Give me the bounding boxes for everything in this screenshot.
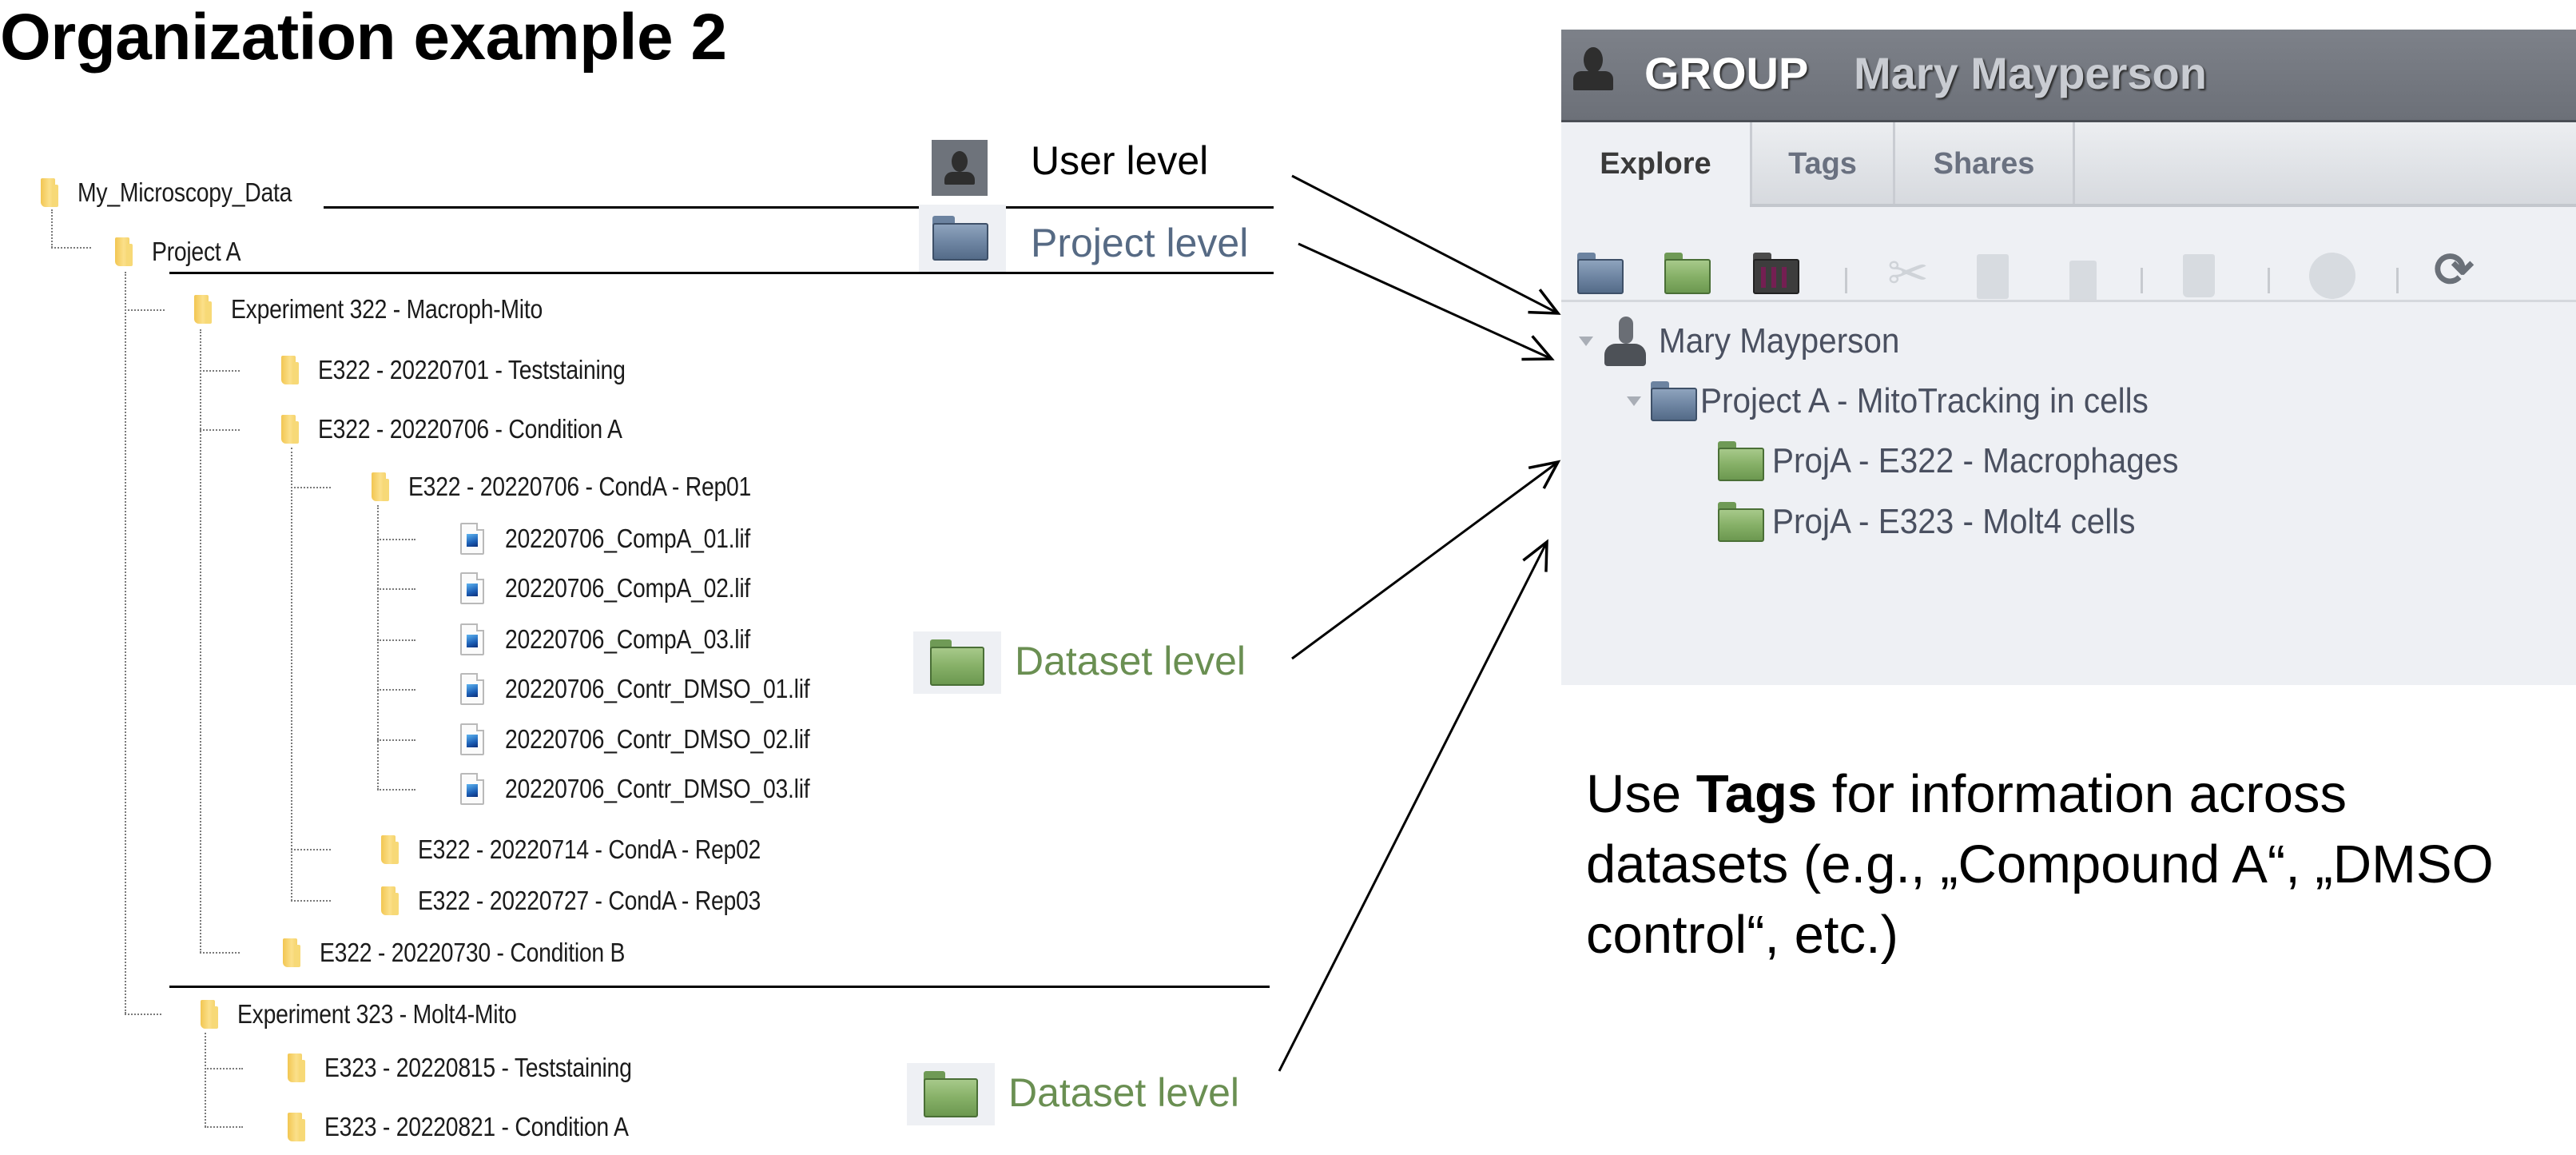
new-screen-icon[interactable] [1753, 253, 1799, 294]
tab-bar: Explore Tags Shares [1561, 122, 2576, 208]
omero-tree-user[interactable]: Mary Mayperson [1579, 309, 1921, 373]
omero-tree-dataset[interactable]: ProjA - E322 - Macrophages [1718, 429, 2214, 493]
omero-explorer-panel: GROUP Mary Mayperson Explore Tags Shares… [1561, 30, 2576, 685]
tab-bar-filler [2073, 122, 2576, 205]
tree-node-label: ProjA - E323 - Molt4 cells [1772, 502, 2136, 541]
toolbar-separator [2268, 268, 2270, 293]
tab-underline [1750, 204, 2576, 207]
tab-explore[interactable]: Explore [1561, 122, 1750, 205]
toolbar: ✂ ⟳ [1561, 208, 2576, 304]
tree-node-label: Project A - MitoTracking in cells [1700, 381, 2149, 420]
paste-icon[interactable] [2069, 261, 2097, 302]
tab-tags[interactable]: Tags [1750, 122, 1895, 205]
dataset-folder-icon [1718, 441, 1764, 481]
arrow-dataset-level-1 [1291, 462, 1558, 660]
tree-node-label: ProjA - E322 - Macrophages [1772, 441, 2179, 480]
arrow-user-level [1291, 174, 1558, 313]
delete-icon[interactable] [2183, 254, 2215, 297]
refresh-icon[interactable]: ⟳ [2434, 246, 2474, 294]
toolbar-separator [2141, 268, 2143, 293]
dataset-folder-icon [1718, 502, 1764, 542]
share-icon[interactable] [2309, 253, 2355, 299]
tags-note: Use Tags for information across datasets… [1586, 759, 2545, 970]
new-dataset-icon[interactable] [1664, 253, 1711, 294]
toolbar-divider [1561, 300, 2576, 302]
user-node-icon [1603, 317, 1648, 366]
new-project-icon[interactable] [1577, 253, 1624, 294]
omero-tree-project[interactable]: Project A - MitoTracking in cells [1627, 369, 2188, 433]
user-icon [1571, 47, 1616, 100]
arrow-project-level [1298, 242, 1552, 359]
cut-icon[interactable]: ✂ [1887, 249, 1929, 299]
group-label: GROUP [1644, 48, 1809, 98]
expand-caret-icon[interactable] [1579, 337, 1593, 346]
tab-shares[interactable]: Shares [1893, 122, 2075, 205]
copy-icon[interactable] [1977, 254, 2009, 299]
tree-node-label: Mary Mayperson [1659, 321, 1900, 360]
panel-header: GROUP Mary Mayperson [1561, 30, 2576, 122]
toolbar-separator [1845, 268, 1847, 293]
project-folder-icon [1651, 381, 1697, 421]
group-user-name[interactable]: Mary Mayperson [1854, 47, 2207, 99]
omero-tree-dataset[interactable]: ProjA - E323 - Molt4 cells [1718, 490, 2167, 554]
note-prefix: Use [1586, 764, 1696, 824]
expand-caret-icon[interactable] [1627, 396, 1641, 406]
arrow-dataset-level-2 [1278, 542, 1547, 1072]
toolbar-separator [2396, 268, 2399, 293]
note-bold: Tags [1695, 764, 1818, 824]
